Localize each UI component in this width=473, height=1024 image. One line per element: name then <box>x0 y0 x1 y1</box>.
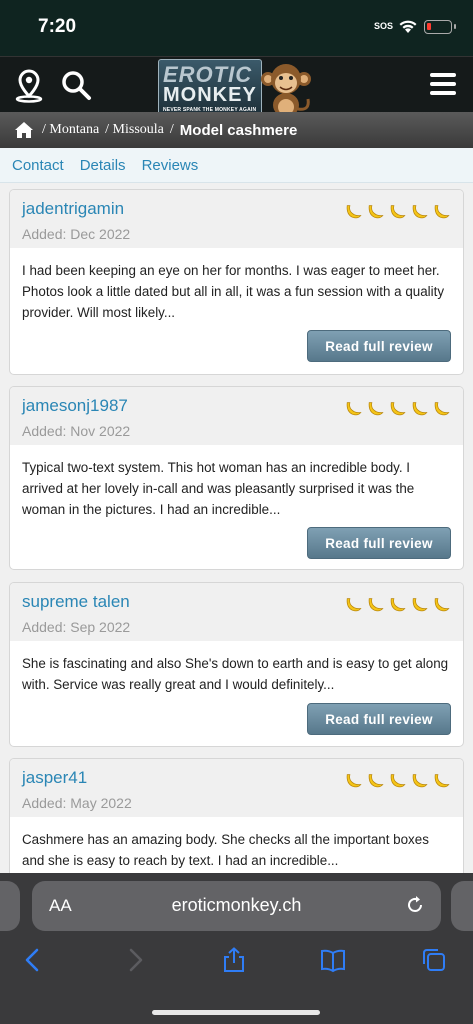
next-tab-pill[interactable] <box>451 881 473 931</box>
read-full-review-button[interactable]: Read full review <box>307 527 451 559</box>
banana-icon <box>434 205 450 219</box>
review-author[interactable]: supreme talen <box>22 592 130 612</box>
logo-word-2: MONKEY <box>163 84 257 106</box>
banana-icon <box>412 402 428 416</box>
breadcrumb-state[interactable]: / Montana <box>42 122 99 138</box>
banana-icon <box>434 402 450 416</box>
reload-icon[interactable] <box>405 895 425 915</box>
banana-icon <box>434 774 450 788</box>
review-excerpt: Typical two-text system. This hot woman … <box>22 460 415 517</box>
banana-icon <box>390 402 406 416</box>
review-card: jamesonj1987 Added: Nov 2022 Typical two… <box>9 386 464 570</box>
location-pin-icon[interactable] <box>14 69 44 103</box>
tabs-icon[interactable] <box>421 947 447 973</box>
profile-tabs: Contact Details Reviews <box>0 148 473 183</box>
review-date: Added: Sep 2022 <box>22 619 131 635</box>
banana-icon <box>412 205 428 219</box>
banana-icon <box>412 774 428 788</box>
banana-icon <box>390 598 406 612</box>
banana-rating <box>344 399 451 417</box>
bookmarks-icon[interactable] <box>320 947 346 973</box>
banana-icon <box>434 598 450 612</box>
previous-tab-pill[interactable] <box>0 881 20 931</box>
breadcrumb-separator: / <box>169 122 174 137</box>
breadcrumb-current: Model cashmere <box>179 121 298 139</box>
review-excerpt: She is fascinating and also She's down t… <box>22 656 449 692</box>
share-icon[interactable] <box>221 947 247 973</box>
home-indicator <box>152 1010 320 1015</box>
reviews-list[interactable]: jadentrigamin Added: Dec 2022 I had been… <box>0 183 473 873</box>
status-time: 7:20 <box>38 16 77 37</box>
review-excerpt: Cashmere has an amazing body. She checks… <box>22 832 429 868</box>
back-icon[interactable] <box>20 947 46 973</box>
review-excerpt: I had been keeping an eye on her for mon… <box>22 263 445 320</box>
tab-reviews[interactable]: Reviews <box>142 157 199 174</box>
tab-details[interactable]: Details <box>80 157 126 174</box>
breadcrumb-city[interactable]: / Missoula <box>105 122 164 138</box>
banana-icon <box>368 598 384 612</box>
banana-icon <box>368 402 384 416</box>
site-logo[interactable]: EROTIC MONKEY NEVER SPANK THE MONKEY AGA… <box>158 59 316 119</box>
review-date: Added: Nov 2022 <box>22 423 131 439</box>
read-full-review-button[interactable]: Read full review <box>307 703 451 735</box>
hamburger-menu-icon[interactable] <box>430 73 456 95</box>
review-date: Added: Dec 2022 <box>22 226 131 242</box>
banana-icon <box>346 598 362 612</box>
read-full-review-button[interactable]: Read full review <box>307 330 451 362</box>
review-card: supreme talen Added: Sep 2022 She is fas… <box>9 582 464 747</box>
banana-icon <box>346 402 362 416</box>
review-author[interactable]: jadentrigamin <box>22 199 124 219</box>
tab-contact[interactable]: Contact <box>12 157 64 174</box>
forward-icon[interactable] <box>122 947 148 973</box>
banana-rating <box>344 202 451 220</box>
review-author[interactable]: jasper41 <box>22 768 87 788</box>
review-date: Added: May 2022 <box>22 795 132 811</box>
status-sos: SOS <box>374 21 394 31</box>
banana-icon <box>368 774 384 788</box>
site-header: EROTIC MONKEY NEVER SPANK THE MONKEY AGA… <box>0 56 473 117</box>
review-card: jadentrigamin Added: Dec 2022 I had been… <box>9 189 464 375</box>
banana-icon <box>390 205 406 219</box>
review-card: jasper41 Added: May 2022 Cashmere has an… <box>9 758 464 873</box>
review-author[interactable]: jamesonj1987 <box>22 396 128 416</box>
ios-status-bar: 7:20 SOS <box>0 0 473 56</box>
banana-rating <box>344 595 451 613</box>
banana-icon <box>368 205 384 219</box>
logo-plate: EROTIC MONKEY NEVER SPANK THE MONKEY AGA… <box>158 59 262 117</box>
banana-rating <box>344 771 451 789</box>
address-bar[interactable]: AA eroticmonkey.ch <box>32 881 441 931</box>
search-icon[interactable] <box>60 69 92 101</box>
banana-icon <box>390 774 406 788</box>
banana-icon <box>412 598 428 612</box>
breadcrumb: / Montana / Missoula / Model cashmere <box>0 112 473 148</box>
wifi-icon <box>399 20 417 33</box>
battery-icon <box>424 20 456 34</box>
home-icon[interactable] <box>14 121 34 139</box>
browser-bottom-bar: AA eroticmonkey.ch <box>0 873 473 1024</box>
banana-icon <box>346 205 362 219</box>
banana-icon <box>346 774 362 788</box>
monkey-mascot-icon <box>261 64 311 117</box>
url-text[interactable]: eroticmonkey.ch <box>32 895 441 916</box>
